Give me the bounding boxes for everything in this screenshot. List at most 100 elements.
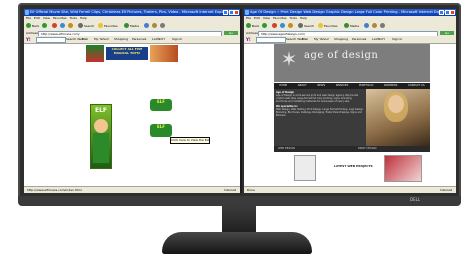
search-button[interactable]: Search [298,23,314,29]
photo-face [388,95,404,113]
menu-tools[interactable]: Tools [290,16,297,20]
media-button[interactable]: Media [344,23,359,29]
search-icon [298,23,303,28]
yahoo-logo[interactable]: Y! [26,36,31,43]
stop-icon [52,23,57,28]
sign-in-link[interactable]: Sign In [172,36,182,43]
stop-icon [272,23,277,28]
launch-link[interactable]: LAUNCH [372,36,385,43]
history-button[interactable] [364,23,370,29]
banner-toys-image [150,45,178,62]
history-icon [364,23,369,28]
sign-in-link[interactable]: Sign In [392,36,402,43]
site-logo[interactable]: age of design [304,50,378,61]
intro-paragraph: Age of Design is a full-service print an… [276,94,359,103]
shopping-link[interactable]: Shopping [334,36,348,43]
star-icon [98,23,103,28]
left-title-bar[interactable]: Elf Official Movie Site, Wild Ferrell Cl… [24,9,240,16]
print-button[interactable] [380,23,386,29]
personals-link[interactable]: Personals [132,36,146,43]
personals-link[interactable]: Personals [352,36,366,43]
minimize-button[interactable] [439,10,444,15]
yahoo-mail-link[interactable]: Mail [302,36,308,43]
monitor-stand-base [162,232,312,254]
menu-file[interactable]: File [246,16,251,20]
trailer-link[interactable]: Click here to View the ELF Trailer [170,137,210,144]
back-arrow-icon [246,23,251,28]
shopping-link[interactable]: Shopping [114,36,128,43]
go-button[interactable]: Go [224,31,238,35]
stop-button[interactable] [272,23,278,29]
menu-tools[interactable]: Tools [70,16,77,20]
forward-arrow-icon [262,23,267,28]
menu-view[interactable]: View [263,16,270,20]
star-logo-icon: ✶ [280,47,298,71]
stop-button[interactable] [52,23,58,29]
launch-link[interactable]: LAUNCH [152,36,165,43]
right-status-bar: Done Internet [244,186,456,193]
go-button[interactable]: Go [440,31,454,35]
left-status-bar: http://www.elfmovie.com/index.html Inter… [24,186,240,193]
print-icon [380,23,385,28]
elf-logo-bottom[interactable]: ELF [150,124,172,137]
intro-section: Age of Design Age of Design is a full-se… [274,89,430,146]
right-window-title: Age Of Design :: Print Design Web Design… [250,10,449,14]
search-button[interactable]: Search [78,23,94,29]
favorites-button[interactable]: Favorites [98,23,118,29]
minimize-button[interactable] [223,10,228,15]
media-button[interactable]: Media [124,23,139,29]
refresh-icon [280,23,285,28]
maximize-button[interactable] [444,10,450,15]
refresh-button[interactable] [280,23,286,29]
home-button[interactable] [288,23,294,29]
mail-button[interactable] [152,23,158,29]
refresh-button[interactable] [60,23,66,29]
media-icon [124,23,129,28]
back-button[interactable]: Back [26,23,39,29]
menu-help[interactable]: Help [80,16,87,20]
security-zone: Internet [440,188,452,192]
search-icon [78,23,83,28]
left-window-title: Elf Official Movie Site, Wild Ferrell Cl… [30,10,230,14]
site-header: ✶ age of design [274,44,430,82]
my-yahoo-link[interactable]: My Yahoo! [314,36,329,43]
my-yahoo-link[interactable]: My Yahoo! [94,36,109,43]
menu-favorites[interactable]: Favorites [53,16,67,20]
yahoo-logo[interactable]: Y! [246,36,251,43]
elf-logo-top[interactable]: ELF [150,99,172,111]
menu-edit[interactable]: Edit [34,16,40,20]
elf-dvd-cover[interactable]: ELF [90,104,112,169]
menu-favorites[interactable]: Favorites [273,16,287,20]
mail-button[interactable] [372,23,378,29]
history-button[interactable] [144,23,150,29]
monitor-stand-neck [222,205,256,235]
favorites-button[interactable]: Favorites [318,23,338,29]
banner-image [86,45,104,62]
home-button[interactable] [68,23,74,29]
print-button[interactable] [160,23,166,29]
dvd-character-face [94,119,108,133]
right-browser-window: Age Of Design :: Print Design Web Design… [244,9,456,193]
close-button[interactable] [234,10,239,15]
forward-button[interactable] [42,23,48,29]
menu-view[interactable]: View [43,16,50,20]
print-icon [160,23,165,28]
latest-projects-label[interactable]: LATEST WEB PROJECTS [334,164,373,168]
ie-icon [25,10,29,15]
banner-text: COLLECT ALL FIVE MAGICAL TOYS! [106,47,148,60]
maximize-button[interactable] [228,10,234,15]
forward-button[interactable] [262,23,268,29]
toy-promo-banner[interactable]: COLLECT ALL FIVE MAGICAL TOYS! [86,45,180,62]
right-title-bar[interactable]: Age Of Design :: Print Design Web Design… [244,9,456,16]
menu-edit[interactable]: Edit [254,16,260,20]
monitor-brand: DELL [410,197,421,202]
menu-file[interactable]: File [26,16,31,20]
back-button[interactable]: Back [246,23,259,29]
yahoo-mail-link[interactable]: Mail [82,36,88,43]
menu-help[interactable]: Help [300,16,307,20]
right-page-content: ✶ age of design HOME ABOUT NEWS SERVICES… [244,43,456,187]
model-photo [366,89,430,146]
project-thumbnail[interactable] [294,155,316,181]
close-button[interactable] [450,10,455,15]
print-sample-thumbnail[interactable] [384,155,422,182]
